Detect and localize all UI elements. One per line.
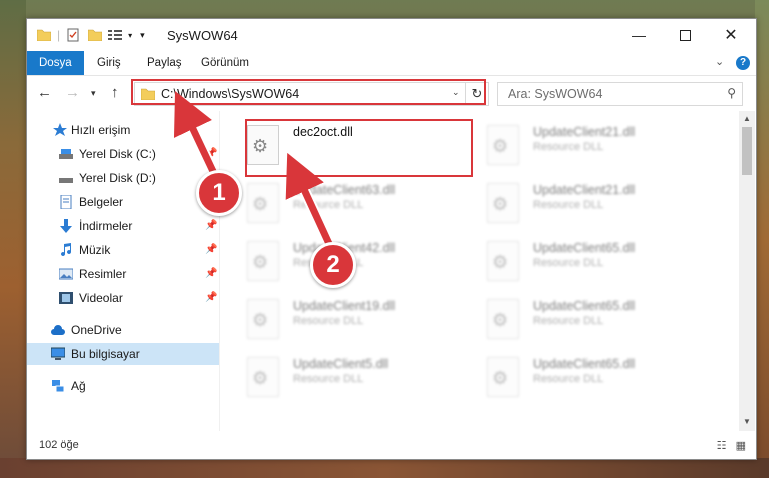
search-placeholder: Ara: SysWOW64 <box>508 87 603 101</box>
quick-access-toolbar: | ▾ ▾ <box>37 27 145 43</box>
minimize-icon: — <box>632 27 646 43</box>
desktop-background-right <box>755 0 769 478</box>
drive-icon <box>59 178 73 183</box>
tab-dosya[interactable]: Dosya <box>27 51 84 75</box>
large-icons-view-icon[interactable]: ▦ <box>736 440 746 452</box>
sidebar-item-bu-bilgisayar[interactable]: Bu bilgisayar <box>27 343 219 365</box>
sidebar-item-yerel-disk-d[interactable]: Yerel Disk (D:) 📌 <box>27 167 219 189</box>
dll-file-icon: ⚙ <box>247 183 279 223</box>
title-bar: | ▾ ▾ SysWOW64 — ✕ <box>27 19 756 51</box>
network-icon <box>52 380 65 393</box>
tab-gorunum[interactable]: Görünüm <box>189 51 261 75</box>
desktop-background-bottom <box>0 458 769 478</box>
file-item[interactable]: ⚙ UpdateClient5.dll Resource DLL <box>227 349 447 401</box>
pin-icon[interactable]: 📌 <box>205 287 217 309</box>
music-icon <box>61 243 72 257</box>
video-icon <box>59 292 73 304</box>
documents-icon <box>60 195 72 209</box>
step-1-badge: 1 <box>196 170 242 216</box>
file-item[interactable]: ⚙ UpdateClient19.dll Resource DLL <box>227 291 447 343</box>
drive-icon <box>59 149 73 159</box>
desktop-background-left <box>0 0 26 478</box>
customize-toolbar-dropdown-icon[interactable]: ▾ <box>128 31 132 40</box>
vertical-scrollbar[interactable]: ▲ ▼ <box>739 111 755 431</box>
file-item[interactable]: ⚙ UpdateClient65.dll Resource DLL <box>467 349 687 401</box>
download-icon <box>60 219 72 233</box>
dll-file-icon: ⚙ <box>487 125 519 165</box>
pin-icon[interactable]: 📌 <box>205 215 217 237</box>
file-item[interactable]: ⚙ UpdateClient21.dll Resource DLL <box>467 175 687 227</box>
search-icon: ⚲ <box>727 86 736 100</box>
dll-file-icon: ⚙ <box>487 183 519 223</box>
sidebar-item-ag[interactable]: Ağ <box>27 375 219 397</box>
rename-icon[interactable] <box>108 29 126 41</box>
minimize-button[interactable]: — <box>616 19 662 51</box>
dll-file-icon: ⚙ <box>487 241 519 281</box>
computer-icon <box>51 347 65 360</box>
maximize-button[interactable] <box>662 19 708 51</box>
sidebar-item-muzik[interactable]: Müzik 📌 <box>27 239 219 261</box>
quick-access-chevron-icon[interactable]: ▾ <box>140 30 145 41</box>
status-bar: 102 öğe ☷ ▦ <box>27 433 756 458</box>
ribbon-expand-icon[interactable]: ⌄ <box>715 55 724 68</box>
properties-icon[interactable] <box>66 28 80 42</box>
close-button[interactable]: ✕ <box>708 19 754 51</box>
dll-file-icon: ⚙ <box>247 299 279 339</box>
explorer-window: | ▾ ▾ SysWOW64 — ✕ Dosya Giriş Paylaş Gö… <box>26 18 757 460</box>
details-view-icon[interactable]: ☷ <box>717 440 727 452</box>
sidebar-item-indirmeler[interactable]: İndirmeler 📌 <box>27 215 219 237</box>
back-arrow-icon[interactable]: ← <box>37 84 52 101</box>
navigation-pane: Hızlı erişim Yerel Disk (C:) 📌 Yerel Dis… <box>27 111 220 431</box>
search-box[interactable]: Ara: SysWOW64 ⚲ <box>497 82 743 106</box>
maximize-icon <box>679 29 691 41</box>
file-highlight-box <box>245 119 473 177</box>
pin-icon[interactable]: 📌 <box>205 239 217 261</box>
view-toggle[interactable]: ☷ ▦ <box>717 439 746 452</box>
recent-locations-icon[interactable]: ▾ <box>91 88 96 99</box>
dll-file-icon: ⚙ <box>247 357 279 397</box>
window-title: SysWOW64 <box>167 28 238 43</box>
file-item[interactable]: ⚙ UpdateClient65.dll Resource DLL <box>467 233 687 285</box>
file-item[interactable]: ⚙ UpdateClient65.dll Resource DLL <box>467 291 687 343</box>
address-highlight-box <box>131 79 486 105</box>
dll-file-icon: ⚙ <box>247 241 279 281</box>
sidebar-item-resimler[interactable]: Resimler 📌 <box>27 263 219 285</box>
pin-icon[interactable]: 📌 <box>205 143 217 165</box>
tab-paylas[interactable]: Paylaş <box>135 51 194 75</box>
sidebar-item-onedrive[interactable]: OneDrive <box>27 319 219 341</box>
scroll-thumb[interactable] <box>742 127 752 175</box>
step-2-badge: 2 <box>310 242 356 288</box>
star-icon <box>53 123 67 136</box>
folder-icon <box>37 29 51 41</box>
pin-icon[interactable]: 📌 <box>205 263 217 285</box>
sidebar-item-hizli-erisim[interactable]: Hızlı erişim <box>27 119 219 141</box>
sidebar-item-yerel-disk-c[interactable]: Yerel Disk (C:) 📌 <box>27 143 219 165</box>
help-icon[interactable]: ? <box>736 56 750 70</box>
file-item[interactable]: ⚙ UpdateClient21.dll Resource DLL <box>467 117 687 169</box>
sidebar-item-videolar[interactable]: Videolar 📌 <box>27 287 219 309</box>
scroll-down-icon[interactable]: ▼ <box>743 417 751 426</box>
tab-giris[interactable]: Giriş <box>85 51 133 75</box>
new-folder-icon[interactable] <box>88 29 103 41</box>
dll-file-icon: ⚙ <box>487 357 519 397</box>
file-item[interactable]: ⚙ UpdateClient63.dll Resource DLL <box>227 175 447 227</box>
forward-arrow-icon[interactable]: → <box>65 84 80 101</box>
cloud-icon <box>51 325 65 335</box>
dll-file-icon: ⚙ <box>487 299 519 339</box>
item-count: 102 öğe <box>39 439 79 451</box>
up-arrow-icon[interactable]: ↑ <box>111 84 119 101</box>
scroll-up-icon[interactable]: ▲ <box>743 114 751 123</box>
pictures-icon <box>59 268 73 280</box>
ribbon-tabs: Dosya Giriş Paylaş Görünüm ⌄ ? <box>27 51 756 76</box>
close-icon: ✕ <box>724 27 738 44</box>
sidebar-item-belgeler[interactable]: Belgeler 📌 <box>27 191 219 213</box>
